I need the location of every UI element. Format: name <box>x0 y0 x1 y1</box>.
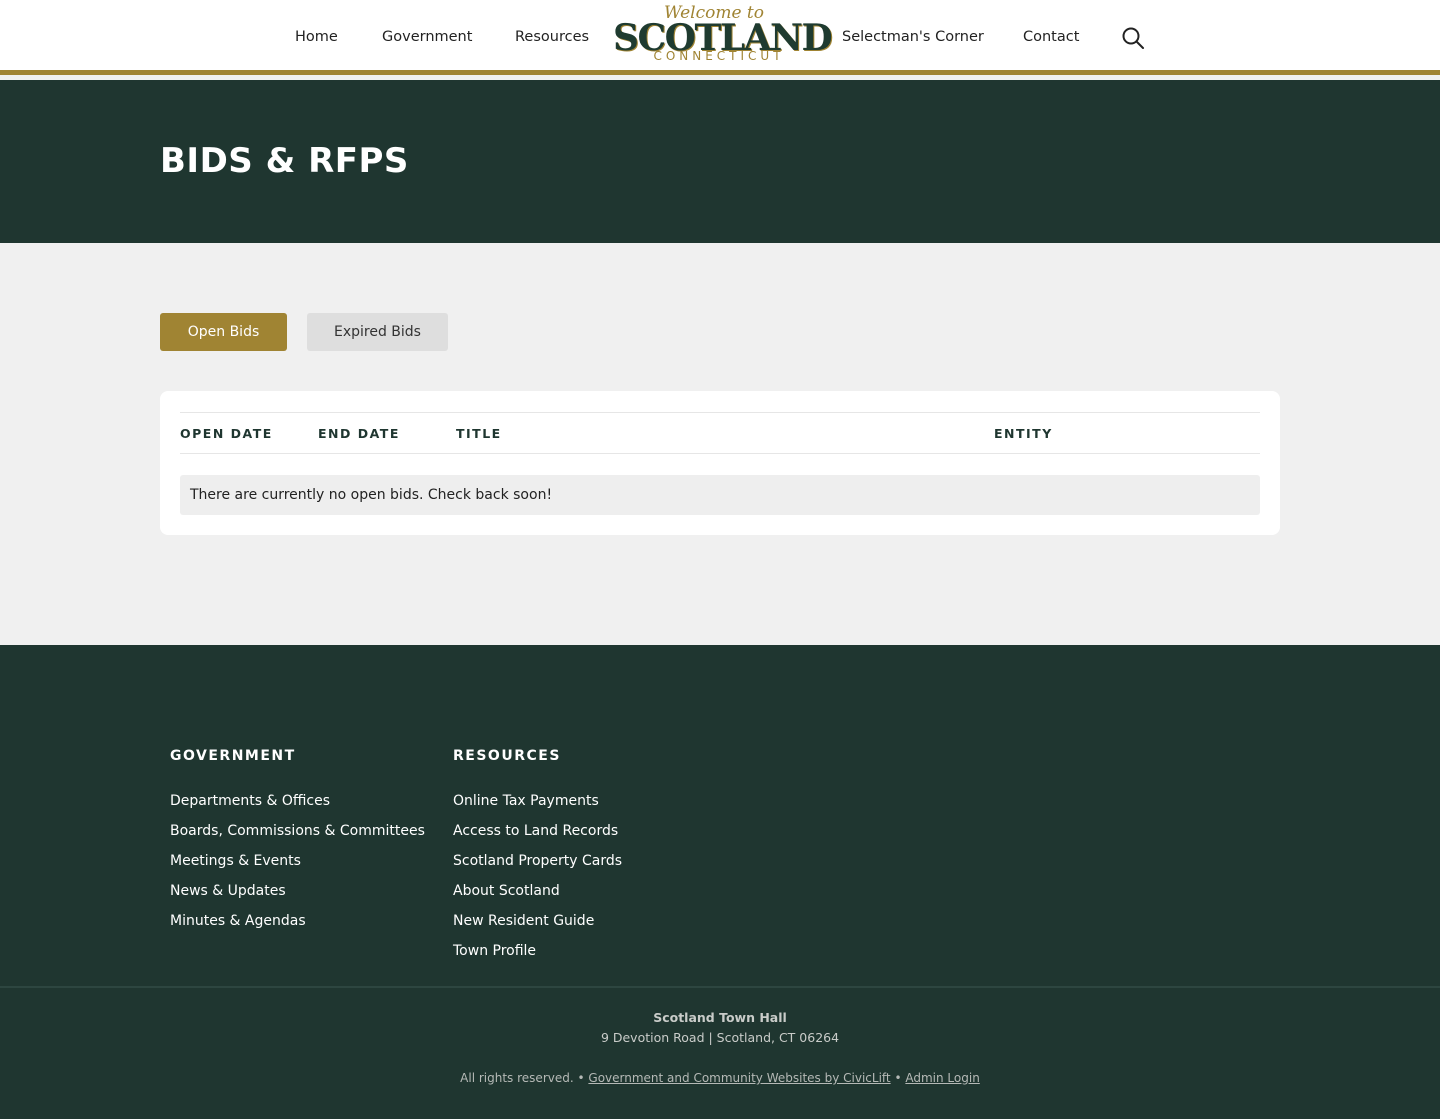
civiclift-credit-link[interactable]: Government and Community Websites by Civ… <box>588 1071 890 1085</box>
nav-government[interactable]: Government <box>382 29 472 45</box>
town-hall-address: 9 Devotion Road | Scotland, CT 06264 <box>600 1030 840 1045</box>
site-logo[interactable]: Welcome to SCOTLAND CONNECTICUT <box>613 3 833 65</box>
admin-login-link[interactable]: Admin Login <box>905 1071 979 1085</box>
footer-resources-column: RESOURCES Online Tax Payments Access to … <box>453 746 622 966</box>
footer-link-tax-payments[interactable]: Online Tax Payments <box>453 786 622 816</box>
nav-home[interactable]: Home <box>295 29 338 45</box>
footer-link-land-records[interactable]: Access to Land Records <box>453 816 622 846</box>
footer-bottom: Scotland Town Hall 9 Devotion Road | Sco… <box>0 1008 1440 1088</box>
footer-link-departments[interactable]: Departments & Offices <box>170 786 425 816</box>
separator: • <box>577 1071 585 1085</box>
footer-resources-heading: RESOURCES <box>453 748 561 764</box>
town-hall-name: Scotland Town Hall <box>653 1010 787 1025</box>
footer-link-about[interactable]: About Scotland <box>453 876 622 906</box>
page-title: BIDS & RFPS <box>160 141 409 181</box>
footer-link-news[interactable]: News & Updates <box>170 876 425 906</box>
footer-government-heading: GOVERNMENT <box>170 748 296 764</box>
separator: • <box>894 1071 902 1085</box>
site-header: Home Government Resources Welcome to SCO… <box>0 0 1440 75</box>
legal-line: All rights reserved. • Government and Co… <box>0 1068 1440 1088</box>
bids-table-card: OPEN DATE END DATE TITLE ENTITY There ar… <box>160 391 1280 535</box>
rights-text: All rights reserved. <box>460 1071 574 1085</box>
footer-divider <box>0 986 1440 988</box>
footer-link-town-profile[interactable]: Town Profile <box>453 936 622 966</box>
expired-bids-tab[interactable]: Expired Bids <box>307 313 448 351</box>
footer-link-minutes[interactable]: Minutes & Agendas <box>170 906 425 936</box>
page-hero: BIDS & RFPS <box>0 80 1440 243</box>
footer-link-meetings[interactable]: Meetings & Events <box>170 846 425 876</box>
column-open-date: OPEN DATE <box>180 426 273 441</box>
column-title: TITLE <box>456 426 502 441</box>
nav-selectmans-corner[interactable]: Selectman's Corner <box>842 29 984 45</box>
empty-bids-message: There are currently no open bids. Check … <box>180 475 1260 515</box>
nav-resources[interactable]: Resources <box>515 29 589 45</box>
footer-government-column: GOVERNMENT Departments & Offices Boards,… <box>170 746 425 936</box>
column-end-date: END DATE <box>318 426 400 441</box>
bids-table-header: OPEN DATE END DATE TITLE ENTITY <box>180 412 1260 454</box>
footer-link-boards[interactable]: Boards, Commissions & Committees <box>170 816 425 846</box>
nav-contact[interactable]: Contact <box>1023 29 1079 45</box>
open-bids-tab[interactable]: Open Bids <box>160 313 287 351</box>
site-footer: GOVERNMENT Departments & Offices Boards,… <box>0 645 1440 1119</box>
column-entity: ENTITY <box>994 426 1053 441</box>
footer-link-property-cards[interactable]: Scotland Property Cards <box>453 846 622 876</box>
search-icon[interactable] <box>1121 26 1145 50</box>
footer-link-resident-guide[interactable]: New Resident Guide <box>453 906 622 936</box>
logo-state: CONNECTICUT <box>653 49 785 63</box>
